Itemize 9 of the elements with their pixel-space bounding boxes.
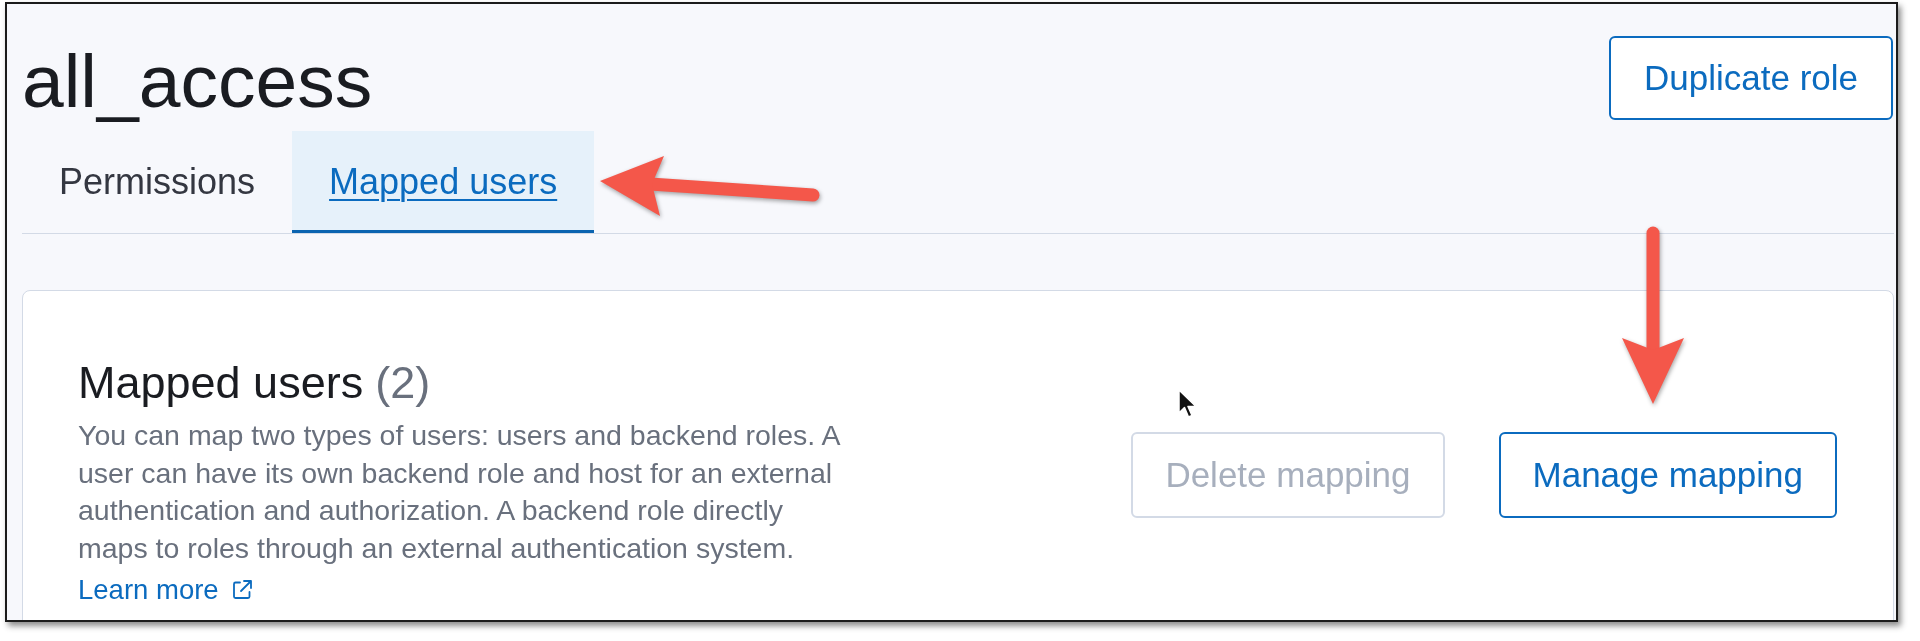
tab[interactable]: Permissions bbox=[22, 131, 293, 233]
panel-description: You can map two types of users: users and backend roles. A user can have its own backend role and host for an external authentication and authorization. A backend role directly maps to roles through an external authentication system. bbox=[78, 418, 841, 566]
manage-mapping-button[interactable]: Manage mapping bbox=[1498, 432, 1837, 518]
external-link-icon bbox=[230, 579, 253, 601]
duplicate-role-button[interactable]: Duplicate role bbox=[1609, 36, 1893, 120]
tab[interactable]: Mapped users bbox=[292, 131, 595, 233]
learn-more-link[interactable]: Learn more bbox=[78, 571, 253, 609]
panel-title: Mapped users bbox=[78, 356, 364, 409]
user-count: (2) bbox=[375, 356, 431, 409]
